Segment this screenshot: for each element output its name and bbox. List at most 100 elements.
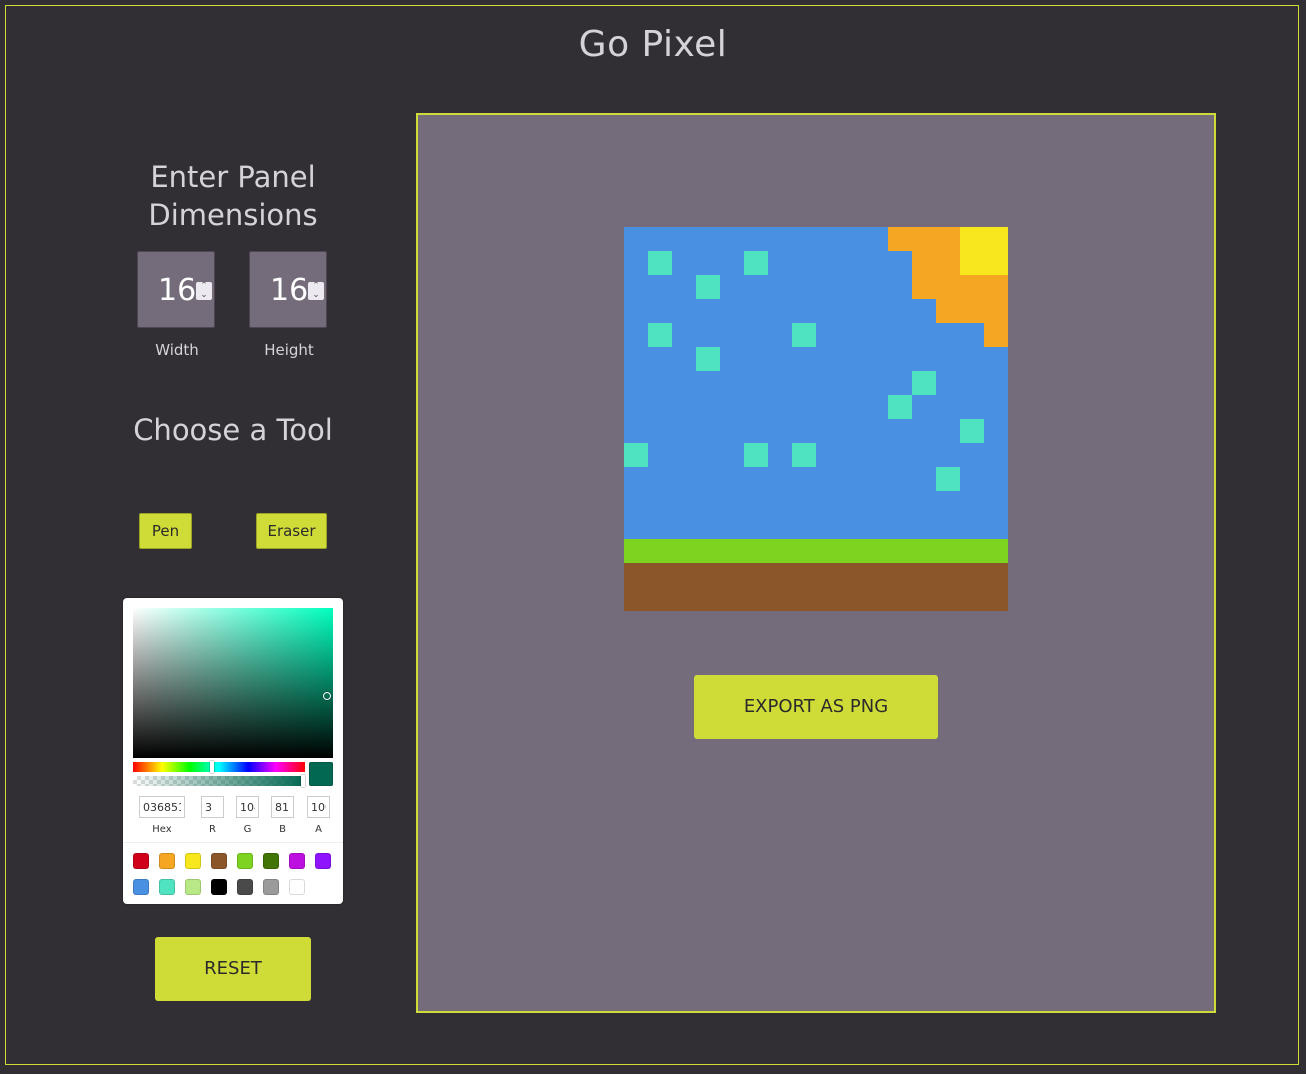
pixel-cell[interactable] [864, 347, 888, 371]
pixel-cell[interactable] [672, 275, 696, 299]
height-spinner[interactable]: ⌃ ⌄ [308, 282, 324, 300]
preset-swatch[interactable] [159, 853, 175, 869]
pixel-cell[interactable] [672, 563, 696, 587]
pixel-cell[interactable] [648, 539, 672, 563]
pixel-cell[interactable] [984, 251, 1008, 275]
pixel-cell[interactable] [936, 539, 960, 563]
pixel-cell[interactable] [984, 467, 1008, 491]
reset-button[interactable]: RESET [155, 937, 311, 1001]
preset-swatch[interactable] [211, 853, 227, 869]
pixel-cell[interactable] [912, 467, 936, 491]
pixel-cell[interactable] [888, 251, 912, 275]
pixel-cell[interactable] [624, 299, 648, 323]
pixel-cell[interactable] [960, 563, 984, 587]
pixel-cell[interactable] [792, 227, 816, 251]
pixel-cell[interactable] [696, 395, 720, 419]
pixel-cell[interactable] [672, 467, 696, 491]
pixel-cell[interactable] [936, 587, 960, 611]
pixel-cell[interactable] [624, 323, 648, 347]
pixel-cell[interactable] [768, 395, 792, 419]
pixel-cell[interactable] [720, 251, 744, 275]
pixel-cell[interactable] [960, 587, 984, 611]
pixel-cell[interactable] [720, 539, 744, 563]
pixel-cell[interactable] [648, 347, 672, 371]
pixel-cell[interactable] [960, 227, 984, 251]
pixel-cell[interactable] [864, 515, 888, 539]
pixel-cell[interactable] [840, 563, 864, 587]
pixel-cell[interactable] [696, 419, 720, 443]
alpha-cursor[interactable] [301, 775, 305, 787]
chevron-down-icon[interactable]: ⌄ [200, 290, 208, 300]
pixel-cell[interactable] [960, 275, 984, 299]
pixel-cell[interactable] [912, 227, 936, 251]
pixel-cell[interactable] [792, 299, 816, 323]
pixel-cell[interactable] [648, 443, 672, 467]
pixel-cell[interactable] [888, 419, 912, 443]
pixel-cell[interactable] [936, 443, 960, 467]
preset-swatch[interactable] [315, 853, 331, 869]
pixel-cell[interactable] [696, 443, 720, 467]
b-input[interactable] [271, 796, 294, 818]
pixel-cell[interactable] [864, 395, 888, 419]
pixel-cell[interactable] [792, 323, 816, 347]
pixel-cell[interactable] [816, 371, 840, 395]
pixel-cell[interactable] [864, 323, 888, 347]
pixel-cell[interactable] [816, 299, 840, 323]
pixel-cell[interactable] [984, 323, 1008, 347]
pixel-cell[interactable] [720, 299, 744, 323]
height-input[interactable]: 16 ⌃ ⌄ [249, 251, 327, 328]
pixel-cell[interactable] [840, 419, 864, 443]
chevron-down-icon[interactable]: ⌄ [312, 290, 320, 300]
pixel-cell[interactable] [768, 539, 792, 563]
pixel-cell[interactable] [696, 347, 720, 371]
pixel-cell[interactable] [912, 275, 936, 299]
pixel-cell[interactable] [840, 347, 864, 371]
pixel-cell[interactable] [672, 227, 696, 251]
pixel-cell[interactable] [864, 587, 888, 611]
pixel-cell[interactable] [936, 491, 960, 515]
pixel-cell[interactable] [960, 443, 984, 467]
pixel-cell[interactable] [960, 515, 984, 539]
pixel-cell[interactable] [744, 227, 768, 251]
pixel-cell[interactable] [864, 443, 888, 467]
pixel-cell[interactable] [744, 443, 768, 467]
pixel-cell[interactable] [624, 587, 648, 611]
preset-swatch[interactable] [185, 853, 201, 869]
pixel-cell[interactable] [936, 467, 960, 491]
pixel-cell[interactable] [792, 443, 816, 467]
pixel-cell[interactable] [888, 395, 912, 419]
pixel-cell[interactable] [720, 323, 744, 347]
pixel-cell[interactable] [648, 587, 672, 611]
pixel-cell[interactable] [744, 395, 768, 419]
pixel-cell[interactable] [792, 491, 816, 515]
pixel-cell[interactable] [984, 227, 1008, 251]
pen-button[interactable]: Pen [139, 513, 192, 549]
preset-swatch[interactable] [159, 879, 175, 895]
pixel-cell[interactable] [888, 347, 912, 371]
pixel-cell[interactable] [696, 275, 720, 299]
pixel-cell[interactable] [984, 563, 1008, 587]
pixel-cell[interactable] [936, 371, 960, 395]
pixel-cell[interactable] [744, 323, 768, 347]
pixel-cell[interactable] [960, 371, 984, 395]
pixel-cell[interactable] [864, 491, 888, 515]
pixel-cell[interactable] [792, 419, 816, 443]
hue-cursor[interactable] [210, 761, 215, 773]
pixel-cell[interactable] [936, 299, 960, 323]
pixel-cell[interactable] [960, 491, 984, 515]
pixel-cell[interactable] [648, 467, 672, 491]
pixel-cell[interactable] [840, 395, 864, 419]
pixel-cell[interactable] [936, 563, 960, 587]
pixel-cell[interactable] [648, 515, 672, 539]
preset-swatch[interactable] [289, 879, 305, 895]
pixel-cell[interactable] [888, 467, 912, 491]
pixel-cell[interactable] [768, 443, 792, 467]
pixel-cell[interactable] [744, 347, 768, 371]
pixel-cell[interactable] [648, 491, 672, 515]
pixel-cell[interactable] [864, 299, 888, 323]
pixel-cell[interactable] [624, 467, 648, 491]
pixel-cell[interactable] [984, 347, 1008, 371]
pixel-cell[interactable] [864, 539, 888, 563]
pixel-cell[interactable] [768, 275, 792, 299]
pixel-cell[interactable] [888, 371, 912, 395]
